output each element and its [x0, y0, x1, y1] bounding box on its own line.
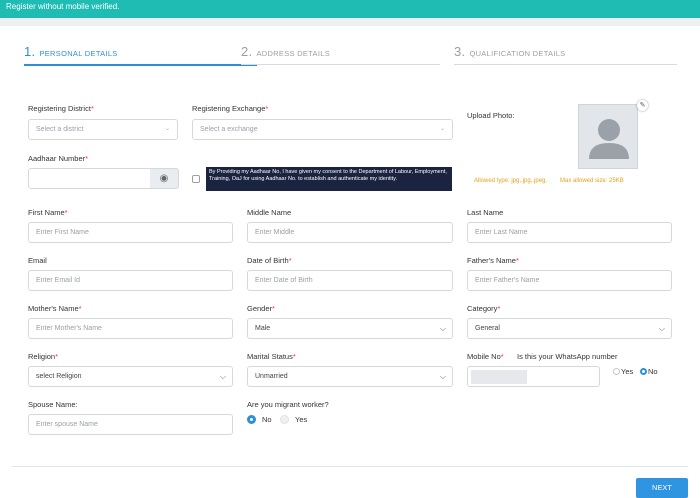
migrant-yes-label: Yes [295, 415, 308, 424]
chevron-down-icon: ⌵ [439, 372, 446, 381]
whatsapp-yes-label: Yes [621, 367, 634, 376]
mother-name-label: Mother's Name* [28, 304, 82, 313]
marital-status-select[interactable]: Unmarried ⌵ [247, 366, 453, 387]
father-name-label: Father's Name* [467, 256, 519, 265]
upload-photo-label: Upload Photo: [467, 111, 515, 120]
middle-name-label: Middle Name [247, 208, 292, 217]
whatsapp-no-radio[interactable] [640, 368, 647, 375]
registering-exchange-label: Registering Exchange* [192, 104, 269, 113]
eye-icon[interactable]: ◉ [150, 168, 179, 189]
tab-personal-details[interactable]: 1. PERSONAL DETAILS [24, 44, 118, 59]
migrant-no-label: No [262, 415, 272, 424]
step-label: ADDRESS DETAILS [256, 49, 330, 58]
gender-select[interactable]: Male ⌵ [247, 318, 453, 339]
consent-checkbox[interactable] [192, 175, 200, 183]
migrant-yes-radio[interactable] [280, 415, 289, 424]
whatsapp-yes-radio[interactable] [613, 368, 620, 375]
step-underline-active [24, 64, 257, 66]
banner-spacer [0, 18, 700, 26]
aadhaar-consent-text: By Providing my Aadhaar No, I have given… [206, 167, 452, 191]
step-number: 1. [24, 44, 36, 59]
dob-input[interactable]: Enter Date of Birth [247, 270, 453, 291]
whatsapp-no-label: No [648, 367, 658, 376]
chevron-down-icon: ⌵ [219, 372, 226, 381]
chevron-down-icon: ⌄ [164, 126, 170, 132]
aadhaar-label: Aadhaar Number* [28, 154, 89, 163]
email-label: Email [28, 256, 47, 265]
avatar-placeholder-icon [589, 119, 629, 159]
tab-qualification-details[interactable]: 3. QUALIFICATION DETAILS [454, 44, 566, 59]
middle-name-input[interactable]: Enter Middle [247, 222, 453, 243]
chevron-down-icon: ⌵ [439, 324, 446, 333]
chevron-down-icon: ⌄ [439, 126, 445, 132]
dob-label: Date of Birth* [247, 256, 292, 265]
mobile-number-masked [471, 370, 527, 384]
category-select[interactable]: General ⌵ [467, 318, 672, 339]
edit-photo-icon[interactable]: ✎ [637, 100, 648, 111]
tab-address-details[interactable]: 2. ADDRESS DETAILS [241, 44, 330, 59]
photo-max-size: Max allowed size: 25KB [560, 178, 624, 184]
first-name-input[interactable]: Enter First Name [28, 222, 233, 243]
footer-divider [12, 466, 688, 467]
last-name-label: Last Name [467, 208, 504, 217]
last-name-input[interactable]: Enter Last Name [467, 222, 672, 243]
photo-upload-area[interactable] [578, 104, 638, 169]
registering-district-label: Registering District* [28, 104, 94, 113]
registering-district-select[interactable]: Select a district ⌄ [28, 119, 178, 140]
step-number: 2. [241, 44, 253, 59]
first-name-label: First Name* [28, 208, 68, 217]
category-label: Category* [467, 304, 501, 313]
gender-label: Gender* [247, 304, 275, 313]
status-banner: Register without mobile verified. [0, 0, 700, 18]
marital-status-label: Marital Status* [247, 352, 296, 361]
mother-name-input[interactable]: Enter Mother's Name [28, 318, 233, 339]
spouse-name-input[interactable]: Enter spouse Name [28, 414, 233, 435]
next-button[interactable]: NEXT [636, 478, 688, 498]
religion-label: Religion* [28, 352, 59, 361]
migrant-worker-label: Are you migrant worker? [247, 400, 329, 409]
chevron-down-icon: ⌵ [658, 324, 665, 333]
photo-allowed-types: Allowed type: jpg,.jpg,.jpeg. [474, 178, 548, 184]
step-label: PERSONAL DETAILS [39, 49, 118, 58]
step-number: 3. [454, 44, 466, 59]
aadhaar-input[interactable] [28, 168, 151, 189]
step-underline [241, 64, 440, 65]
mobile-label: Mobile No* [467, 352, 504, 361]
religion-select[interactable]: select Religion ⌵ [28, 366, 233, 387]
step-label: QUALIFICATION DETAILS [469, 49, 566, 58]
whatsapp-question: Is this your WhatsApp number [517, 352, 618, 361]
father-name-input[interactable]: Enter Father's Name [467, 270, 672, 291]
spouse-name-label: Spouse Name: [28, 400, 78, 409]
status-banner-text: Register without mobile verified. [6, 2, 120, 11]
migrant-no-radio[interactable] [247, 415, 256, 424]
email-input[interactable]: Enter Email Id [28, 270, 233, 291]
registering-exchange-select[interactable]: Select a exchange ⌄ [192, 119, 453, 140]
step-underline [454, 64, 677, 65]
